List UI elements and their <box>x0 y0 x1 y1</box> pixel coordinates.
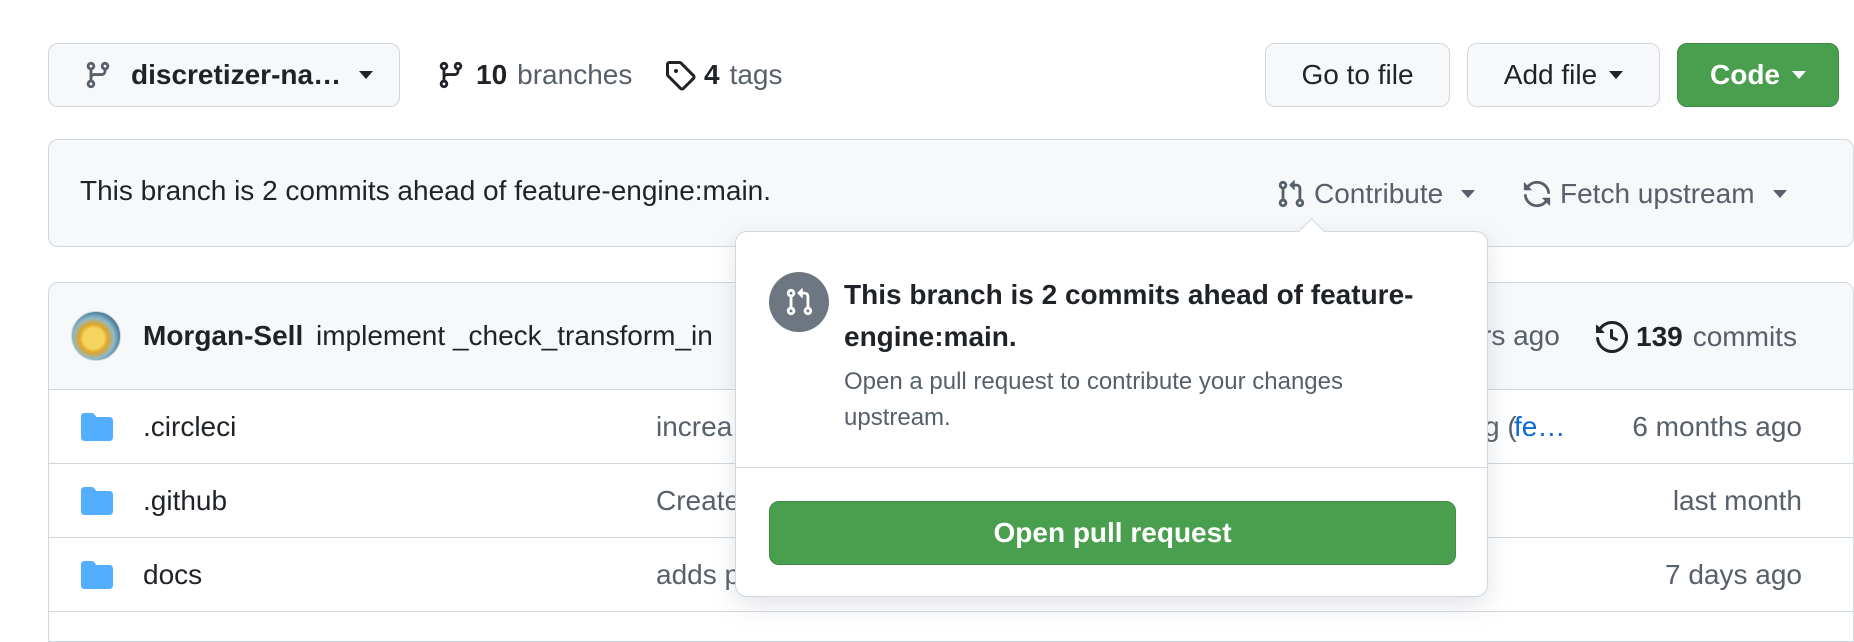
open-pull-request-label: Open pull request <box>993 517 1232 548</box>
history-icon <box>1596 321 1628 353</box>
file-age: last month <box>1672 485 1802 516</box>
commits-count: 139 <box>1636 321 1683 352</box>
commit-time: rs ago <box>1482 320 1560 351</box>
pull-request-icon <box>786 288 813 316</box>
file-commit-message[interactable]: adds p <box>656 559 740 591</box>
popover-description: Open a pull request to contribute your c… <box>844 368 1343 431</box>
tags-label: tags <box>729 59 783 90</box>
commit-author[interactable]: Morgan-Sell <box>143 320 303 352</box>
branch-name: discretizer-na… <box>131 59 342 90</box>
fetch-upstream-label: Fetch upstream <box>1560 178 1755 209</box>
chevron-down-icon <box>359 71 374 79</box>
chevron-down-icon <box>1792 71 1806 79</box>
file-name[interactable]: .github <box>143 485 227 517</box>
file-age: 6 months ago <box>1632 411 1802 442</box>
popover-divider <box>736 467 1487 468</box>
chevron-down-icon <box>1461 190 1476 198</box>
branch-selector-button[interactable]: discretizer-na… <box>48 43 400 107</box>
open-pull-request-button[interactable]: Open pull request <box>769 501 1456 565</box>
code-label: Code <box>1710 59 1780 90</box>
chevron-down-icon <box>1772 190 1787 198</box>
contribute-button[interactable]: Contribute <box>1276 172 1476 216</box>
sync-icon <box>1523 180 1551 208</box>
file-commit-message[interactable]: Create <box>656 485 740 517</box>
folder-icon <box>81 413 113 441</box>
file-commit-message-tail: g ( <box>1484 411 1517 442</box>
folder-icon <box>81 561 113 589</box>
tags-count: 4 <box>704 59 720 90</box>
file-name[interactable]: .circleci <box>143 411 236 443</box>
add-file-label: Add file <box>1503 59 1598 90</box>
issue-link[interactable]: fe… <box>1514 411 1565 443</box>
go-to-file-button[interactable]: Go to file <box>1265 43 1450 107</box>
pull-request-icon <box>1278 180 1305 208</box>
row-divider <box>48 611 1854 612</box>
file-age: 7 days ago <box>1665 559 1802 590</box>
commits-label: commits <box>1692 321 1797 352</box>
contribute-label: Contribute <box>1314 178 1444 209</box>
code-button[interactable]: Code <box>1677 43 1839 107</box>
contribute-popover: This branch is 2 commits ahead of featur… <box>735 218 1488 597</box>
branches-link[interactable]: 10 branches <box>436 50 632 100</box>
go-to-file-label: Go to file <box>1301 59 1414 90</box>
commits-link[interactable]: 139 commits <box>1596 315 1797 359</box>
folder-icon <box>81 487 113 515</box>
commit-message[interactable]: implement _check_transform_in <box>316 320 713 352</box>
popover-title: This branch is 2 commits ahead of featur… <box>844 279 1414 352</box>
fetch-upstream-button[interactable]: Fetch upstream <box>1522 172 1787 216</box>
add-file-button[interactable]: Add file <box>1467 43 1660 107</box>
file-name[interactable]: docs <box>143 559 202 591</box>
git-branch-icon <box>86 61 110 89</box>
chevron-down-icon <box>1609 71 1624 79</box>
tags-link[interactable]: 4 tags <box>664 50 783 100</box>
branch-status-text: This branch is 2 commits ahead of featur… <box>80 175 772 206</box>
branches-count: 10 <box>476 59 508 90</box>
avatar[interactable] <box>71 311 121 361</box>
pull-request-circle-icon <box>769 272 829 332</box>
tag-icon <box>666 61 696 91</box>
branches-label: branches <box>517 59 633 90</box>
git-branch-icon <box>439 61 463 89</box>
file-commit-message[interactable]: increa <box>656 411 732 443</box>
